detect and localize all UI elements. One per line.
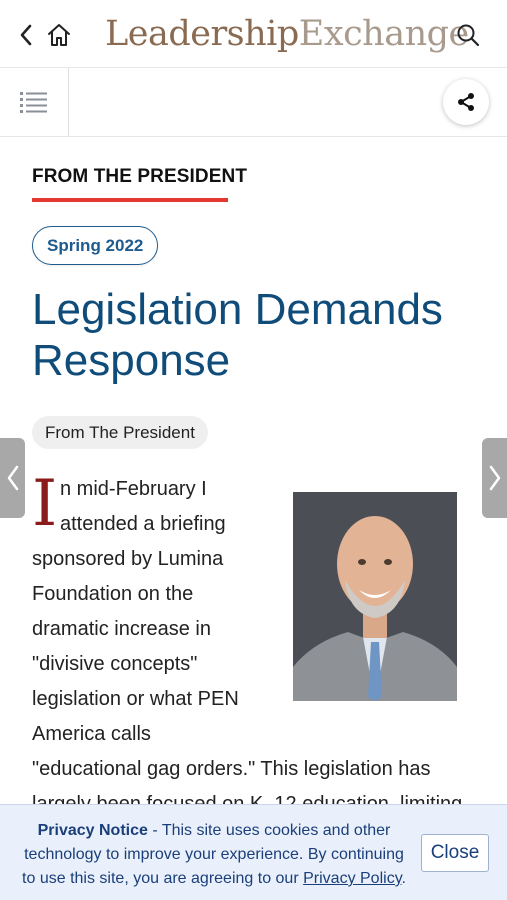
privacy-text: Privacy Notice - This site uses cookies … <box>20 819 408 891</box>
share-icon <box>458 93 474 111</box>
body-line: "divisive concepts" <box>32 653 198 675</box>
site-logo[interactable]: LeadershipExchange <box>105 12 469 56</box>
chevron-left-icon <box>7 465 18 491</box>
next-article-button[interactable] <box>482 438 507 518</box>
top-nav: LeadershipExchange <box>0 0 507 68</box>
list-icon <box>20 92 47 113</box>
privacy-label: Privacy Notice <box>37 822 148 839</box>
body-line: "educational gag orders." This legislati… <box>32 758 431 780</box>
body-line: n mid-February I <box>60 478 207 500</box>
body-line: attended a briefing <box>60 513 226 535</box>
body-line: America calls <box>32 723 151 745</box>
home-button[interactable] <box>44 20 74 50</box>
privacy-policy-link[interactable]: Privacy Policy <box>303 870 401 887</box>
search-icon <box>457 24 480 47</box>
body-line: Foundation on the <box>32 583 194 605</box>
issue-badge[interactable]: Spring 2022 <box>32 226 159 265</box>
article-body: n mid-February I attended a briefing spo… <box>32 472 472 822</box>
body-line: sponsored by Lumina <box>32 548 224 570</box>
body-line: legislation or what PEN <box>32 688 239 710</box>
previous-article-button[interactable] <box>0 438 25 518</box>
category-chip[interactable]: From The President <box>32 416 208 449</box>
section-label[interactable]: FROM THE PRESIDENT <box>32 166 247 188</box>
sub-nav <box>0 68 507 137</box>
logo-part-1: Leadership <box>105 14 299 54</box>
section-underline <box>32 198 228 202</box>
article-title: Legislation Demands Response <box>32 285 443 385</box>
share-button[interactable] <box>443 79 489 125</box>
table-of-contents-button[interactable] <box>0 68 69 136</box>
logo-part-2: Exchange <box>298 14 469 54</box>
back-button[interactable] <box>14 22 38 48</box>
privacy-end: . <box>401 870 406 887</box>
chevron-right-icon <box>489 465 500 491</box>
home-icon <box>48 24 70 46</box>
body-line: dramatic increase in <box>32 618 211 640</box>
chevron-left-icon <box>20 24 32 46</box>
search-button[interactable] <box>455 22 481 48</box>
close-button[interactable]: Close <box>421 834 489 872</box>
